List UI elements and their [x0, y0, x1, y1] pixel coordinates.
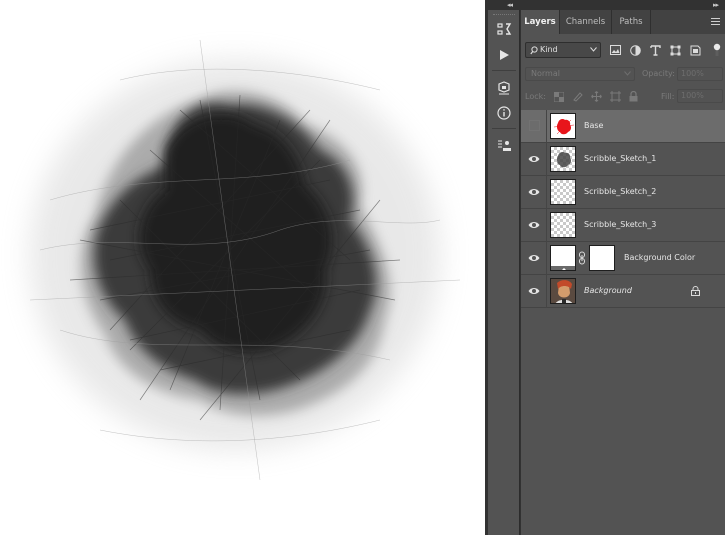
lock-all-icon[interactable]: [627, 90, 640, 103]
layer-thumbnail: [550, 146, 576, 172]
layer-row-base[interactable]: Base: [521, 110, 725, 143]
layer-comps-icon[interactable]: [492, 136, 516, 156]
history-icon[interactable]: [492, 20, 516, 40]
lock-label: Lock:: [525, 92, 546, 101]
layer-row-background-color[interactable]: Background Color: [521, 242, 725, 275]
adjustment-filter-icon[interactable]: [628, 43, 642, 57]
blend-row: Normal Opacity: 100%: [521, 66, 725, 84]
info-icon[interactable]: [492, 103, 516, 123]
lock-row: Lock: Fill: 100%: [521, 88, 725, 106]
layers-list: Base Scribble_Sketch_1 Scribble_Sketch_2…: [521, 110, 725, 310]
collapsed-panel-strip: [488, 10, 520, 535]
eye-icon[interactable]: [528, 253, 540, 263]
fill-label: Fill:: [661, 92, 675, 101]
search-icon: [530, 46, 538, 55]
visibility-toggle-off[interactable]: [529, 120, 540, 131]
type-filter-icon[interactable]: [648, 43, 662, 57]
scribble-artwork: [29, 39, 461, 481]
smart-object-filter-icon[interactable]: [688, 43, 702, 57]
filter-toggle-switch[interactable]: [713, 43, 721, 57]
eye-icon[interactable]: [528, 154, 540, 164]
layer-name: Base: [584, 121, 604, 130]
layer-filter-row: Kind: [521, 40, 725, 60]
opacity-label: Opacity:: [642, 69, 675, 78]
fill-input[interactable]: 100%: [677, 89, 723, 103]
tab-channels[interactable]: Channels: [560, 10, 612, 34]
layer-row-scribble-sketch-3[interactable]: Scribble_Sketch_3: [521, 209, 725, 242]
lock-position-icon[interactable]: [590, 90, 603, 103]
lock-image-pixels-icon[interactable]: [571, 90, 584, 103]
eye-icon[interactable]: [528, 286, 540, 296]
panel-menu-icon[interactable]: [711, 18, 720, 26]
eye-icon[interactable]: [528, 220, 540, 230]
strip-separator: [492, 70, 516, 71]
lock-icon: [691, 286, 700, 296]
blend-mode-value: Normal: [531, 69, 560, 78]
filter-kind-select[interactable]: Kind: [525, 42, 601, 58]
collapse-right-icon[interactable]: ▸▸: [713, 1, 719, 9]
play-action-icon[interactable]: [492, 45, 516, 65]
blend-mode-select[interactable]: Normal: [525, 67, 635, 81]
layer-thumbnail: [550, 113, 576, 139]
eye-icon[interactable]: [528, 187, 540, 197]
lock-transparent-pixels-icon[interactable]: [552, 90, 565, 103]
layer-row-scribble-sketch-1[interactable]: Scribble_Sketch_1: [521, 143, 725, 176]
layer-name: Scribble_Sketch_3: [584, 220, 657, 229]
link-icon[interactable]: [578, 251, 586, 265]
pixel-filter-icon[interactable]: [608, 43, 622, 57]
panel-tabs: Layers Channels Paths: [521, 10, 725, 34]
opacity-input[interactable]: 100%: [677, 67, 723, 81]
tab-layers[interactable]: Layers: [521, 10, 560, 34]
layer-name: Scribble_Sketch_2: [584, 187, 657, 196]
layer-row-background[interactable]: Background: [521, 275, 725, 308]
strip-separator: [492, 128, 516, 129]
fill-layer-thumbnail: [550, 245, 576, 271]
layer-thumbnail: [550, 212, 576, 238]
layer-name: Background: [584, 286, 632, 295]
layer-row-scribble-sketch-2[interactable]: Scribble_Sketch_2: [521, 176, 725, 209]
collapse-left-icon[interactable]: ◂◂: [507, 1, 513, 9]
filter-kind-label: Kind: [540, 45, 558, 54]
layer-mask-thumbnail[interactable]: [589, 245, 615, 271]
layer-thumbnail: [550, 179, 576, 205]
lock-artboard-icon[interactable]: [609, 90, 622, 103]
layer-name: Scribble_Sketch_1: [584, 154, 657, 163]
layer-name: Background Color: [624, 253, 696, 262]
strip-grip[interactable]: [493, 14, 515, 17]
chevron-down-icon: [590, 47, 597, 52]
chevron-down-icon: [624, 71, 631, 76]
layer-thumbnail: [550, 278, 576, 304]
shape-filter-icon[interactable]: [668, 43, 682, 57]
layers-panel: Layers Channels Paths Kind Normal Opacit…: [521, 10, 725, 535]
document-canvas[interactable]: [0, 0, 485, 535]
tab-paths[interactable]: Paths: [612, 10, 651, 34]
properties-icon[interactable]: [492, 78, 516, 98]
